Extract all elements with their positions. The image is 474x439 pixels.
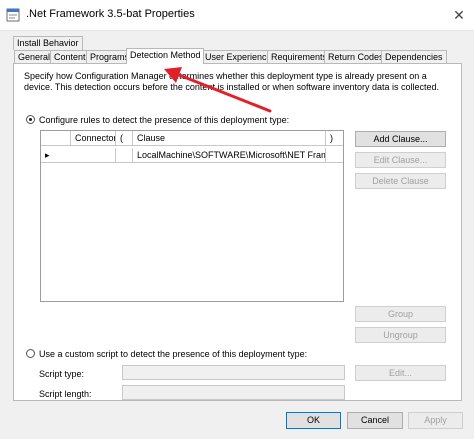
annotation-arrow-icon [164, 67, 272, 113]
